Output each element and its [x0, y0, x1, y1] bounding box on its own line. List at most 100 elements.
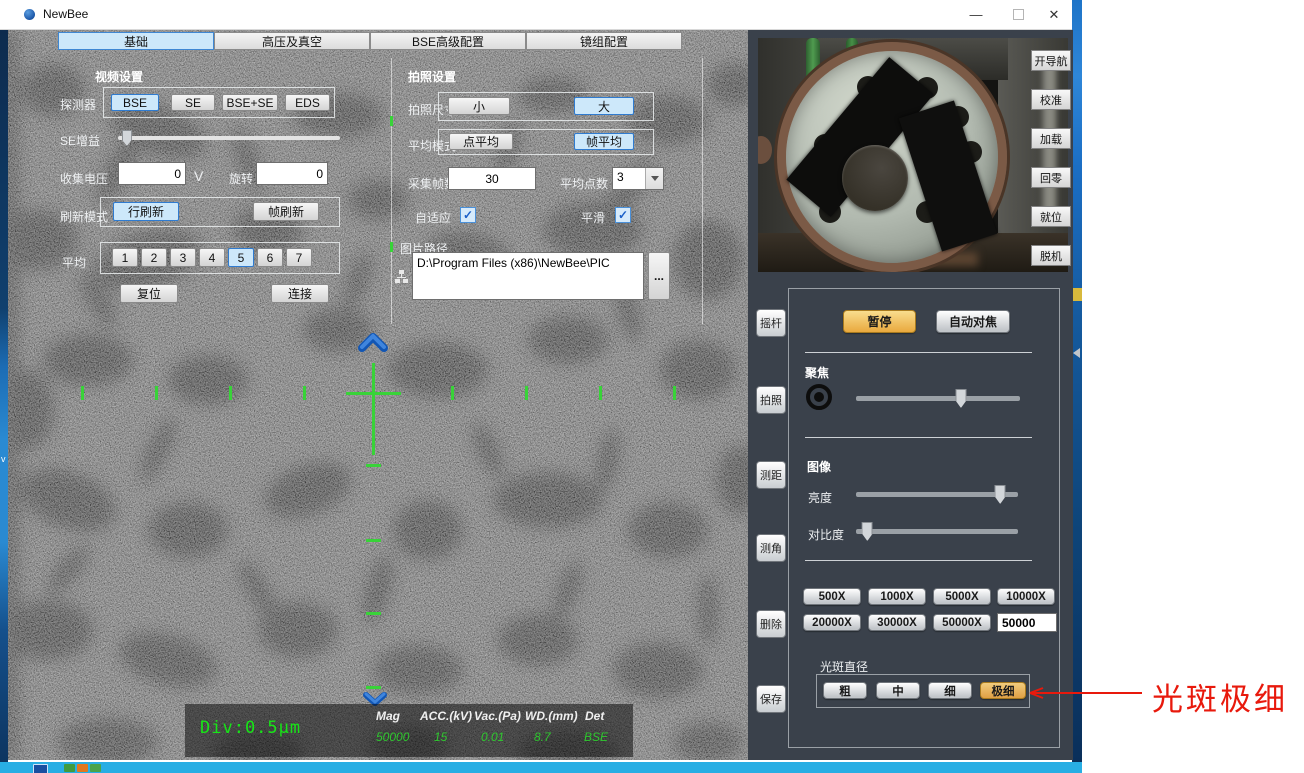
- se-gain-slider[interactable]: [118, 136, 340, 140]
- contrast-slider[interactable]: [856, 529, 1018, 534]
- size-small-button[interactable]: 小: [448, 97, 510, 115]
- mag-30000x-button[interactable]: 30000X: [868, 614, 926, 631]
- tab-lens-config[interactable]: 镜组配置: [526, 32, 682, 50]
- tool-photo-button[interactable]: 拍照: [756, 386, 786, 414]
- sitemap-icon: [395, 270, 408, 284]
- status-value-acc: 15: [434, 730, 447, 744]
- window-title: NewBee: [43, 7, 88, 21]
- taskbar-app-icon-green2[interactable]: [90, 764, 101, 772]
- voltage-unit-label: V: [194, 168, 203, 184]
- connect-button[interactable]: 连接: [271, 284, 329, 303]
- collect-voltage-input[interactable]: [118, 162, 186, 185]
- close-button[interactable]: ✕: [1036, 0, 1072, 29]
- avg-frame-button[interactable]: 帧平均: [574, 133, 634, 150]
- detector-bse-se-button[interactable]: BSE+SE: [222, 94, 278, 111]
- scale-dash: [366, 464, 381, 467]
- avg-points-combo[interactable]: 3: [612, 167, 664, 190]
- nav-open-navigation-button[interactable]: 开导航: [1031, 50, 1071, 71]
- average-7-button[interactable]: 7: [286, 248, 312, 267]
- detector-eds-button[interactable]: EDS: [285, 94, 330, 111]
- taskbar[interactable]: [0, 762, 1082, 773]
- mag-50000x-button[interactable]: 50000X: [933, 614, 991, 631]
- browse-button[interactable]: ...: [648, 252, 670, 300]
- se-gain-label: SE增益: [60, 132, 100, 149]
- rotation-label: 旋转: [229, 170, 253, 187]
- tool-save-button[interactable]: 保存: [756, 685, 786, 713]
- app-icon: [24, 9, 35, 20]
- spot-medium-button[interactable]: 中: [876, 682, 920, 699]
- scale-tick: [451, 386, 454, 400]
- size-large-button[interactable]: 大: [574, 97, 634, 115]
- nav-calibrate-button[interactable]: 校准: [1031, 89, 1071, 110]
- collect-voltage-label: 收集电压: [60, 170, 108, 187]
- adaptive-checkbox[interactable]: ✓: [460, 207, 476, 223]
- pause-button[interactable]: 暂停: [843, 310, 916, 333]
- reset-button[interactable]: 复位: [120, 284, 178, 303]
- tab-hv-vacuum[interactable]: 高压及真空: [214, 32, 370, 50]
- nav-zero-button[interactable]: 回零: [1031, 167, 1071, 188]
- mag-5000x-button[interactable]: 5000X: [933, 588, 991, 605]
- taskbar-app-icon-green[interactable]: [64, 764, 75, 772]
- smooth-checkbox[interactable]: ✓: [615, 207, 631, 223]
- refresh-line-button[interactable]: 行刷新: [113, 202, 179, 221]
- average-4-button[interactable]: 4: [199, 248, 225, 267]
- divider: [805, 352, 1032, 353]
- separator-green-dash: [390, 116, 393, 126]
- refresh-frame-button[interactable]: 帧刷新: [253, 202, 319, 221]
- average-6-button[interactable]: 6: [257, 248, 283, 267]
- brightness-slider[interactable]: [856, 492, 1018, 497]
- avg-points-label: 平均点数: [560, 175, 608, 192]
- spot-coarse-button[interactable]: 粗: [823, 682, 867, 699]
- taskbar-window-icon[interactable]: [33, 764, 48, 773]
- panel-collapse-icon: [1073, 348, 1080, 358]
- tab-basic[interactable]: 基础: [58, 32, 214, 50]
- taskbar-app-icon-orange[interactable]: [77, 764, 88, 772]
- detector-bse-button[interactable]: BSE: [111, 94, 159, 111]
- nav-offline-button[interactable]: 脱机: [1031, 245, 1071, 266]
- mag-10000x-button[interactable]: 10000X: [997, 588, 1055, 605]
- average-1-button[interactable]: 1: [112, 248, 138, 267]
- spot-fine-button[interactable]: 细: [928, 682, 972, 699]
- tool-delete-button[interactable]: 删除: [756, 610, 786, 638]
- sem-image-viewport[interactable]: 基础 高压及真空 BSE高级配置 镜组配置 视频设置 探测器 BSE SE BS…: [8, 30, 748, 760]
- avg-point-button[interactable]: 点平均: [449, 133, 513, 150]
- focus-slider[interactable]: [856, 396, 1020, 401]
- detector-se-button[interactable]: SE: [171, 94, 215, 111]
- average-2-button[interactable]: 2: [141, 248, 167, 267]
- mag-500x-button[interactable]: 500X: [803, 588, 861, 605]
- path-input[interactable]: D:\Program Files (x86)\NewBee\PIC: [412, 252, 644, 300]
- average-3-button[interactable]: 3: [170, 248, 196, 267]
- scale-tick: [525, 386, 528, 400]
- panel-separator-right: [702, 58, 703, 324]
- focus-target-icon[interactable]: [806, 384, 832, 410]
- crosshair-vertical: [372, 363, 375, 455]
- divider: [805, 560, 1032, 561]
- chevron-up-icon[interactable]: [358, 332, 388, 352]
- detector-label: 探测器: [60, 96, 96, 113]
- rotation-input[interactable]: [256, 162, 328, 185]
- maximize-button[interactable]: [1000, 0, 1036, 29]
- mag-input[interactable]: [997, 613, 1057, 632]
- scale-tick: [599, 386, 602, 400]
- minimize-button[interactable]: —: [958, 0, 994, 29]
- tool-measure-distance-button[interactable]: 测距: [756, 461, 786, 489]
- spot-extra-fine-button[interactable]: 极细: [980, 682, 1026, 699]
- screen: NewBee — ✕ v: [0, 0, 1304, 773]
- tool-joystick-button[interactable]: 摇杆: [756, 309, 786, 337]
- adaptive-label: 自适应: [415, 209, 451, 226]
- nav-in-position-button[interactable]: 就位: [1031, 206, 1071, 227]
- tool-measure-angle-button[interactable]: 测角: [756, 534, 786, 562]
- mag-1000x-button[interactable]: 1000X: [868, 588, 926, 605]
- average-5-button[interactable]: 5: [228, 248, 254, 267]
- mag-20000x-button[interactable]: 20000X: [803, 614, 861, 631]
- panel-separator: [391, 58, 392, 324]
- scale-tick: [81, 386, 84, 400]
- contrast-label: 对比度: [808, 526, 844, 543]
- autofocus-button[interactable]: 自动对焦: [936, 310, 1010, 333]
- nav-load-button[interactable]: 加载: [1031, 128, 1071, 149]
- status-header-wd: WD.(mm): [525, 709, 578, 723]
- status-value-vac: 0.01: [481, 730, 504, 744]
- tab-bse-advanced[interactable]: BSE高级配置: [370, 32, 526, 50]
- frames-input[interactable]: [448, 167, 536, 190]
- chevron-down-icon[interactable]: [645, 168, 663, 189]
